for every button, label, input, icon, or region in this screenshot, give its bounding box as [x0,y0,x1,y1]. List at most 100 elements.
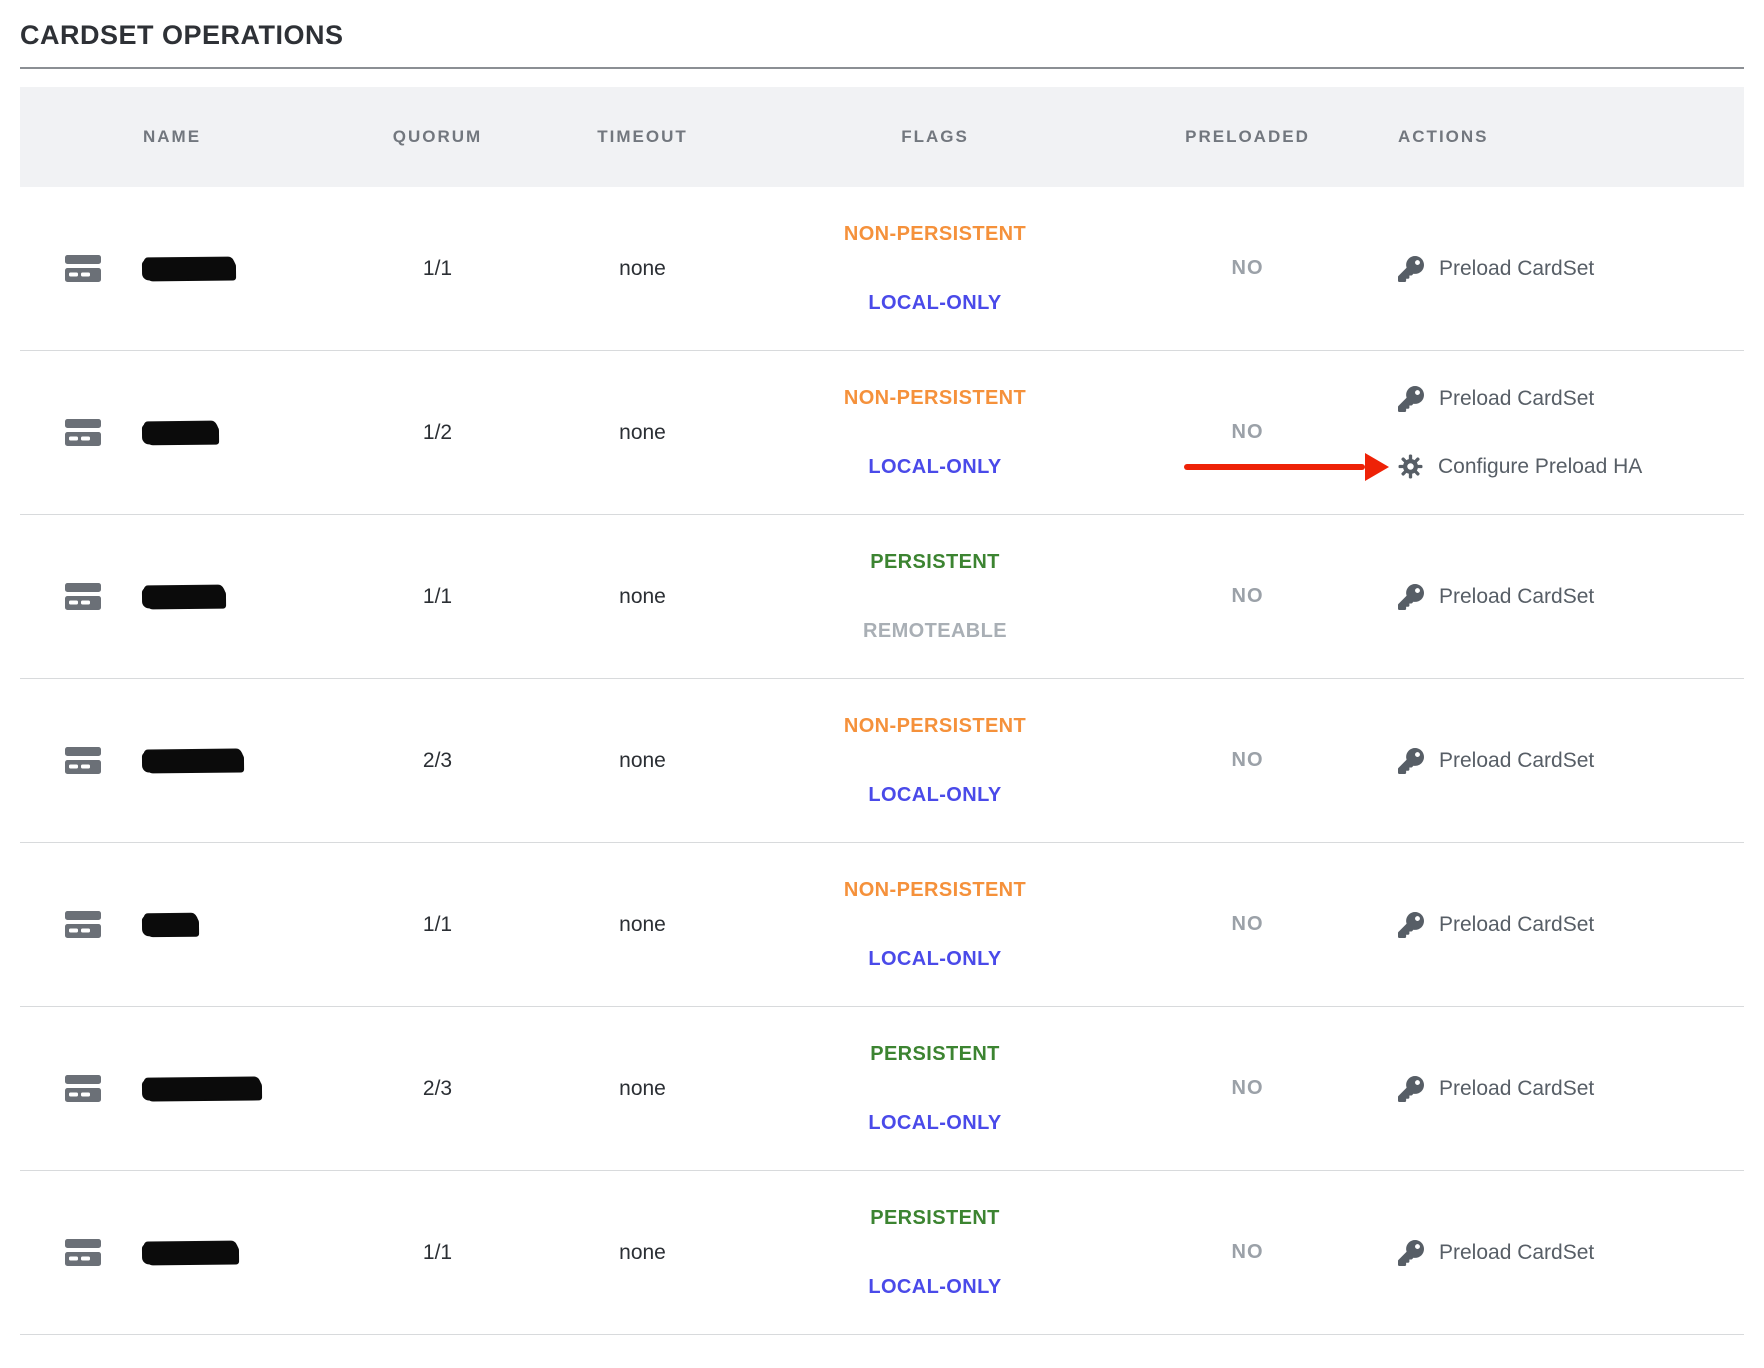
action-label: Preload CardSet [1439,387,1594,411]
action-label: Configure Preload HA [1438,455,1642,479]
preload-cardset-action[interactable]: Preload CardSet [1398,386,1594,412]
cardset-name-redacted [143,1241,238,1264]
credit-card-icon [65,583,101,610]
table-header-row: NAME QUORUM TIMEOUT FLAGS PRELOADED ACTI… [20,87,1744,187]
key-icon [1398,1240,1424,1266]
cardset-operations-page: CARDSET OPERATIONS NAME QUORUM TIMEOUT F… [0,0,1764,1335]
name-icon-cell [20,911,125,938]
preloaded-value: NO [1145,913,1350,936]
preloaded-value: NO [1145,1241,1350,1264]
actions-cell: Preload CardSet [1350,1240,1744,1266]
title-divider [20,67,1744,69]
preload-cardset-action[interactable]: Preload CardSet [1398,1076,1594,1102]
cardset-name-redacted [143,585,225,608]
preload-cardset-action[interactable]: Preload CardSet [1398,748,1594,774]
flag-local-only: LOCAL-ONLY [868,1112,1001,1135]
flag-non-persistent: NON-PERSISTENT [844,715,1026,738]
page-title: CARDSET OPERATIONS [20,0,1744,51]
key-icon [1398,584,1424,610]
flag-local-only: LOCAL-ONLY [868,292,1001,315]
preloaded-value: NO [1145,257,1350,280]
flag-persistent: PERSISTENT [870,1043,1000,1066]
cardset-operations-table: NAME QUORUM TIMEOUT FLAGS PRELOADED ACTI… [20,87,1744,1335]
flag-persistent: PERSISTENT [870,1207,1000,1230]
name-icon-cell [20,1075,125,1102]
credit-card-icon [65,1239,101,1266]
flag-local-only: LOCAL-ONLY [868,456,1001,479]
quorum-value: 2/3 [315,1077,560,1101]
name-cell [125,422,315,444]
name-icon-cell [20,255,125,282]
quorum-value: 1/1 [315,585,560,609]
table-row: 1/1 none NON-PERSISTENTLOCAL-ONLY NO Pre… [20,187,1744,351]
gear-icon [1398,454,1423,479]
quorum-value: 1/1 [315,1241,560,1265]
name-cell [125,750,315,772]
preload-cardset-action[interactable]: Preload CardSet [1398,584,1594,610]
flags-cell: NON-PERSISTENT LOCAL-ONLY [725,223,1145,315]
name-cell [125,258,315,280]
credit-card-icon [65,1075,101,1102]
header-preloaded: PRELOADED [1145,127,1350,147]
timeout-value: none [560,1241,725,1265]
table-row: 1/2 none NON-PERSISTENTLOCAL-ONLY NO Pre… [20,351,1744,515]
key-icon [1398,748,1424,774]
red-arrow-annotation [1184,453,1389,481]
quorum-value: 1/1 [315,257,560,281]
preloaded-value: NO [1145,749,1350,772]
preload-cardset-action[interactable]: Preload CardSet [1398,256,1594,282]
flag-non-persistent: NON-PERSISTENT [844,223,1026,246]
timeout-value: none [560,1077,725,1101]
name-cell [125,586,315,608]
table-row: 1/1 none NON-PERSISTENTLOCAL-ONLY NO Pre… [20,843,1744,1007]
quorum-value: 1/2 [315,421,560,445]
cardset-name-redacted [143,749,243,772]
flag-persistent: PERSISTENT [870,551,1000,574]
action-label: Preload CardSet [1439,1241,1594,1265]
flags-cell: NON-PERSISTENT LOCAL-ONLY [725,715,1145,807]
flags-cell: PERSISTENT REMOTEABLE [725,551,1145,643]
flag-local-only: LOCAL-ONLY [868,784,1001,807]
key-icon [1398,1076,1424,1102]
name-cell [125,1078,315,1100]
header-name: NAME [125,127,315,147]
timeout-value: none [560,585,725,609]
actions-cell: Preload CardSet [1350,912,1744,938]
table-row: 2/3 none PERSISTENT LOCAL-ONLY NO Preload… [20,1007,1744,1171]
flags-cell: PERSISTENTLOCAL-ONLY [725,1207,1145,1299]
flag-remoteable: REMOTEABLE [863,620,1007,643]
table-row: 1/1 none PERSISTENTLOCAL-ONLY NO Preload… [20,1171,1744,1335]
action-label: Preload CardSet [1439,1077,1594,1101]
preload-cardset-action[interactable]: Preload CardSet [1398,1240,1594,1266]
configure-preload-ha-action[interactable]: Configure Preload HA [1398,454,1642,479]
table-row: 1/1 none PERSISTENTREMOTEABLE NO Preload… [20,515,1744,679]
flags-cell: NON-PERSISTENTLOCAL-ONLY [725,879,1145,971]
action-label: Preload CardSet [1439,257,1594,281]
table-body: 1/1 none NON-PERSISTENT LOCAL-ONLY NO Pre… [20,187,1744,1335]
flags-cell: NON-PERSISTENTLOCAL-ONLY [725,387,1145,479]
credit-card-icon [65,911,101,938]
action-label: Preload CardSet [1439,913,1594,937]
name-icon-cell [20,419,125,446]
timeout-value: none [560,749,725,773]
key-icon [1398,386,1424,412]
name-icon-cell [20,1239,125,1266]
key-icon [1398,256,1424,282]
preload-cardset-action[interactable]: Preload CardSet [1398,912,1594,938]
preloaded-value: NO [1145,1077,1350,1100]
quorum-value: 1/1 [315,913,560,937]
action-label: Preload CardSet [1439,585,1594,609]
name-icon-cell [20,747,125,774]
preloaded-value: NO [1145,421,1350,444]
credit-card-icon [65,255,101,282]
actions-cell: Preload CardSet [1350,1076,1744,1102]
actions-cell: Preload CardSet [1350,256,1744,282]
table-row: 2/3 none NON-PERSISTENTLOCAL-ONLY NO Pre… [20,679,1744,843]
actions-cell: Preload CardSet [1350,748,1744,774]
flags-cell: PERSISTENT LOCAL-ONLY [725,1043,1145,1135]
header-flags: FLAGS [725,127,1145,147]
name-icon-cell [20,583,125,610]
credit-card-icon [65,747,101,774]
cardset-name-redacted [143,257,235,280]
name-cell [125,1242,315,1264]
